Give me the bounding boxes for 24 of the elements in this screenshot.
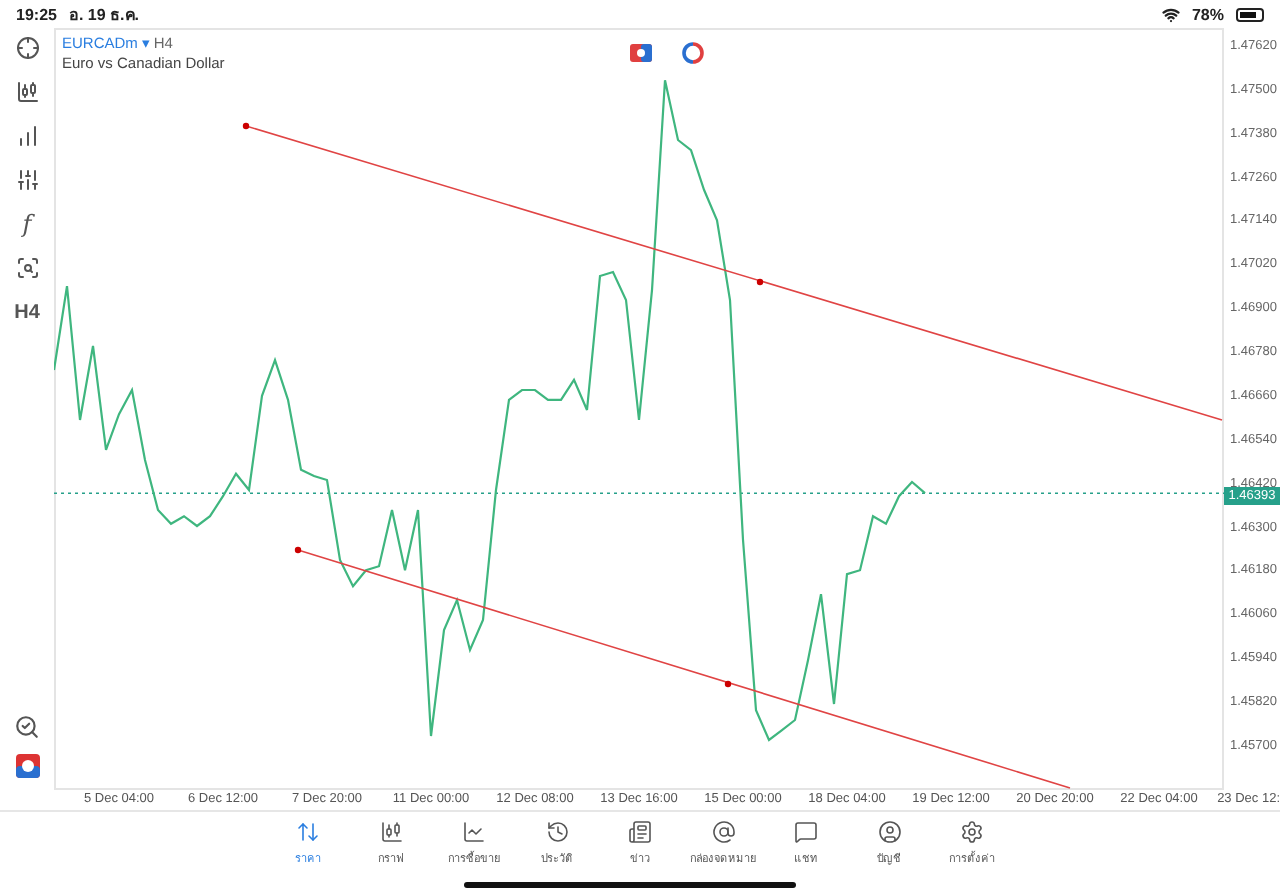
app-logo-icon[interactable] bbox=[15, 754, 39, 778]
battery-level: 78% bbox=[1191, 5, 1224, 23]
timeframe-button[interactable]: H4 bbox=[11, 296, 43, 328]
chart-icon bbox=[379, 820, 403, 844]
search-icon bbox=[14, 713, 40, 739]
crosshair-tool[interactable] bbox=[11, 32, 43, 64]
chat-icon bbox=[794, 820, 818, 844]
crosshair-icon bbox=[15, 36, 39, 60]
quotes-icon bbox=[296, 820, 320, 844]
account-icon bbox=[877, 820, 901, 844]
history-icon bbox=[545, 820, 569, 844]
wifi-icon bbox=[1161, 5, 1180, 23]
news-icon bbox=[628, 820, 652, 844]
scan-icon bbox=[15, 256, 39, 280]
settings-icon bbox=[960, 820, 984, 844]
function-tool[interactable]: f bbox=[11, 208, 43, 240]
mailbox-icon bbox=[711, 820, 735, 844]
battery-icon bbox=[1236, 7, 1264, 21]
bar-chart-icon bbox=[15, 124, 39, 148]
candlestick-icon bbox=[15, 80, 39, 104]
clock: 19:25 bbox=[16, 5, 57, 23]
search-chart-button[interactable] bbox=[11, 710, 43, 742]
date: อ. 19 ธ.ค. bbox=[68, 3, 139, 27]
sliders-icon bbox=[15, 168, 39, 192]
